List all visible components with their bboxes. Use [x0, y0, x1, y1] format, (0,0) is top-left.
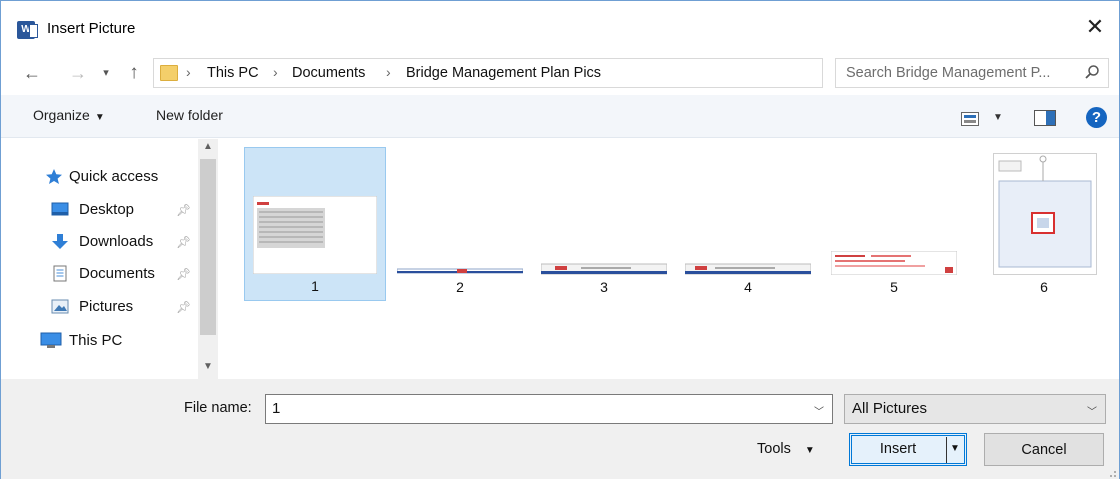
address-bar[interactable]: › This PC › Documents › Bridge Managemen… — [153, 58, 960, 88]
nav-label: Downloads — [79, 233, 154, 250]
organize-label: Organize — [33, 107, 90, 123]
navigation-pane: Quick access Desktop 📌︎ Downloads 📌︎ Doc… — [1, 139, 219, 379]
nav-item-pictures[interactable]: Pictures 📌︎ — [1, 293, 197, 321]
app-icon-letter: W — [21, 24, 31, 35]
file-label: 3 — [600, 279, 608, 295]
command-toolbar: Organize ▼ New folder ▼ ? — [1, 95, 1119, 138]
cancel-button[interactable]: Cancel — [984, 433, 1104, 466]
file-thumbnail — [253, 196, 377, 274]
close-button[interactable]: ✕ — [1083, 14, 1107, 40]
breadcrumb-this-pc[interactable]: This PC — [207, 65, 259, 81]
change-view-icon[interactable] — [961, 112, 979, 126]
nav-label: Quick access — [69, 168, 159, 185]
breadcrumb-documents[interactable]: Documents — [292, 65, 365, 81]
computer-icon — [40, 332, 62, 348]
pin-icon[interactable]: 📌︎ — [176, 203, 191, 217]
nav-label: Desktop — [79, 201, 135, 218]
nav-item-documents[interactable]: Documents 📌︎ — [1, 260, 197, 288]
nav-label: Pictures — [79, 298, 134, 315]
help-icon[interactable]: ? — [1086, 107, 1107, 128]
pin-icon[interactable]: 📌︎ — [176, 267, 191, 281]
insert-options-caret-icon[interactable]: ▼ — [950, 443, 960, 454]
resize-grip-icon[interactable] — [1107, 468, 1117, 478]
file-item[interactable]: 1 — [244, 147, 386, 301]
desktop-icon — [51, 202, 69, 216]
pin-icon[interactable]: 📌︎ — [176, 300, 191, 314]
dialog-title: Insert Picture — [47, 20, 136, 37]
file-name-label: File name: — [184, 400, 252, 416]
address-row: ← → ▾ ↑ › This PC › Documents › Bridge M… — [1, 51, 1119, 95]
breadcrumb-current-folder[interactable]: Bridge Management Plan Pics — [406, 65, 601, 81]
file-label: 2 — [456, 279, 464, 295]
tools-menu-button[interactable]: Tools ▼ — [757, 441, 815, 457]
file-label: 1 — [311, 278, 319, 294]
file-thumbnail — [685, 263, 811, 275]
search-input[interactable] — [846, 65, 1081, 81]
pictures-icon — [51, 299, 69, 314]
chevron-down-icon[interactable]: ﹀ — [814, 403, 824, 418]
search-box[interactable] — [835, 58, 1109, 88]
nav-item-quick-access[interactable]: Quick access — [1, 163, 197, 191]
nav-item-downloads[interactable]: Downloads 📌︎ — [1, 228, 197, 256]
document-icon — [53, 265, 67, 282]
file-label: 6 — [1040, 279, 1048, 295]
file-item[interactable]: 2 — [389, 147, 531, 301]
file-list: 1 2 3 4 5 6 — [219, 139, 1119, 379]
breadcrumb-separator[interactable]: › — [186, 64, 191, 80]
word-app-icon: W — [17, 21, 38, 39]
file-thumbnail — [541, 263, 667, 275]
file-item[interactable]: 3 — [533, 147, 675, 301]
star-icon — [46, 169, 62, 184]
dialog-footer: File name: ﹀ All Pictures ﹀ Tools ▼ Inser… — [1, 379, 1119, 479]
file-thumbnail — [993, 153, 1097, 275]
file-item[interactable]: 5 — [823, 147, 965, 301]
back-arrow-icon[interactable]: ← — [21, 61, 43, 85]
title-bar: W Insert Picture ✕ — [1, 1, 1119, 51]
nav-label: This PC — [69, 332, 123, 349]
organize-button[interactable]: Organize ▼ — [33, 107, 105, 123]
caret-down-icon: ▼ — [804, 445, 815, 456]
search-icon[interactable] — [1084, 64, 1100, 80]
view-options-caret-icon[interactable]: ▼ — [993, 112, 1003, 123]
nav-pane-scrollbar[interactable]: ▲ ▼ — [198, 139, 218, 379]
file-name-combobox[interactable]: ﹀ — [265, 394, 833, 424]
nav-label: Documents — [79, 265, 155, 282]
file-item[interactable]: 6 — [973, 147, 1115, 301]
preview-pane-icon[interactable] — [1034, 110, 1056, 126]
file-label: 5 — [890, 279, 898, 295]
file-type-select[interactable]: All Pictures ﹀ — [844, 394, 1106, 424]
forward-arrow-icon[interactable]: → — [67, 61, 89, 85]
insert-button-label[interactable]: Insert — [850, 441, 946, 457]
file-thumbnail — [831, 251, 957, 275]
file-label: 4 — [744, 279, 752, 295]
split-divider — [946, 437, 947, 463]
up-arrow-icon[interactable]: ↑ — [123, 61, 145, 85]
insert-split-button[interactable]: Insert ▼ — [849, 433, 967, 466]
breadcrumb-separator[interactable]: › — [386, 64, 391, 80]
file-item[interactable]: 4 — [677, 147, 819, 301]
nav-item-desktop[interactable]: Desktop 📌︎ — [1, 196, 197, 224]
recent-locations-chevron-icon[interactable]: ▾ — [95, 61, 117, 85]
new-folder-button[interactable]: New folder — [156, 107, 223, 123]
file-thumbnail — [397, 268, 523, 274]
nav-item-this-pc[interactable]: This PC — [1, 327, 197, 355]
insert-picture-dialog: W Insert Picture ✕ ← → ▾ ↑ › This PC › D… — [0, 0, 1120, 479]
scroll-down-icon[interactable]: ▼ — [198, 361, 218, 372]
file-name-input[interactable] — [272, 400, 792, 417]
breadcrumb-separator[interactable]: › — [273, 64, 278, 80]
pin-icon[interactable]: 📌︎ — [176, 235, 191, 249]
scroll-up-icon[interactable]: ▲ — [198, 141, 218, 152]
folder-icon — [160, 65, 178, 81]
caret-down-icon: ▼ — [94, 112, 105, 123]
chevron-down-icon[interactable]: ﹀ — [1087, 403, 1097, 418]
tools-label: Tools — [757, 441, 791, 457]
scroll-thumb[interactable] — [200, 159, 216, 335]
file-type-value: All Pictures — [852, 400, 928, 417]
download-arrow-icon — [52, 234, 68, 249]
